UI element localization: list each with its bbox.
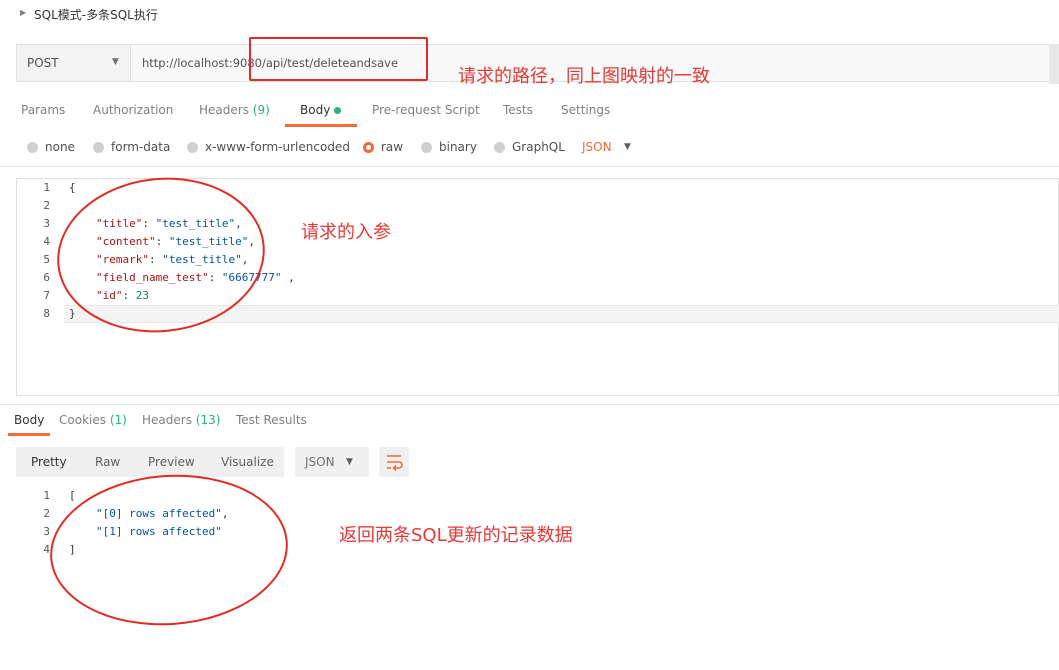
wrap-lines-button[interactable] [379, 447, 409, 477]
radio-form-data[interactable]: form-data [93, 140, 170, 154]
tab-pre-request-script[interactable]: Pre-request Script [372, 103, 480, 117]
active-tab-indicator [285, 124, 357, 127]
view-raw-button[interactable]: Raw [95, 455, 120, 469]
active-tab-indicator [8, 433, 50, 436]
modified-dot-icon [334, 107, 342, 114]
radio-raw-label: raw [381, 140, 404, 154]
tab-body-label: Body [300, 103, 331, 117]
radio-circle-icon [421, 141, 432, 153]
params-annotation: 请求的入参 [301, 222, 391, 243]
url-highlight-box [249, 37, 428, 81]
response-tab-body[interactable]: Body [14, 413, 44, 427]
radio-graphql-label: GraphQL [512, 140, 565, 154]
collection-header[interactable]: ▶ SQL模式-多条SQL执行 [0, 0, 1059, 30]
view-visualize-button[interactable]: Visualize [221, 455, 274, 469]
radio-graphql[interactable]: GraphQL [494, 140, 565, 154]
response-tab-cookies[interactable]: Cookies (1) [59, 413, 127, 427]
radio-circle-icon [27, 141, 38, 153]
radio-circle-icon [187, 141, 198, 153]
line-number: 1 [43, 489, 50, 502]
radio-raw[interactable]: raw [363, 140, 403, 154]
tab-headers-label: Headers [199, 103, 249, 117]
line-number: 4 [43, 235, 50, 248]
divider [0, 166, 1059, 167]
response-tab-headers[interactable]: Headers (13) [142, 413, 220, 427]
json-open-brace: { [69, 181, 76, 194]
wrap-lines-icon [387, 455, 403, 472]
expand-arrow-icon[interactable]: ▶ [20, 8, 26, 17]
response-tab-headers-label: Headers [142, 413, 192, 427]
tab-authorization[interactable]: Authorization [93, 103, 173, 117]
tab-headers[interactable]: Headers (9) [199, 103, 270, 117]
caret-down-icon: ▼ [112, 57, 119, 67]
radio-selected-icon [363, 141, 374, 153]
line-number: 6 [43, 271, 50, 284]
radio-binary[interactable]: binary [421, 140, 477, 154]
line-number: 3 [43, 525, 50, 538]
view-preview-button[interactable]: Preview [148, 455, 195, 469]
line-number: 8 [43, 307, 50, 320]
scrollbar[interactable] [1049, 44, 1059, 84]
method-select[interactable]: POST ▼ [17, 45, 131, 81]
line-number: 2 [43, 199, 50, 212]
radio-none[interactable]: none [27, 140, 75, 154]
line-number: 2 [43, 507, 50, 520]
radio-urlencoded[interactable]: x-www-form-urlencoded [187, 140, 350, 154]
line-number: 1 [43, 181, 50, 194]
line-number: 5 [43, 253, 50, 266]
caret-down-icon[interactable]: ▼ [624, 142, 631, 152]
response-highlight-ellipse [45, 466, 293, 634]
response-tab-test-results[interactable]: Test Results [236, 413, 307, 427]
response-tab-headers-count: (13) [195, 413, 221, 427]
radio-none-label: none [45, 140, 75, 154]
url-annotation: 请求的路径，同上图映射的一致 [458, 66, 710, 87]
json-close-brace: } [69, 307, 76, 320]
tab-body[interactable]: Body [300, 103, 342, 117]
view-pretty-button[interactable]: Pretty [31, 455, 67, 469]
line-number: 3 [43, 217, 50, 230]
caret-down-icon: ▼ [346, 457, 353, 467]
tab-tests[interactable]: Tests [503, 103, 533, 117]
radio-circle-icon [93, 141, 104, 153]
tab-settings[interactable]: Settings [561, 103, 610, 117]
radio-circle-icon [494, 141, 505, 153]
radio-urlencoded-label: x-www-form-urlencoded [205, 140, 350, 154]
response-tab-cookies-label: Cookies [59, 413, 106, 427]
line-number: 7 [43, 289, 50, 302]
tab-params[interactable]: Params [21, 103, 65, 117]
radio-binary-label: binary [439, 140, 477, 154]
body-format-select[interactable]: JSON [582, 140, 612, 154]
tab-headers-count: (9) [252, 103, 270, 117]
json-open-bracket: [ [69, 489, 76, 502]
response-format-label: JSON [305, 455, 335, 469]
response-annotation: 返回两条SQL更新的记录数据 [339, 525, 573, 546]
method-label: POST [27, 56, 59, 70]
divider [0, 404, 1059, 405]
radio-form-data-label: form-data [111, 140, 171, 154]
response-tab-cookies-count: (1) [109, 413, 127, 427]
collection-title: SQL模式-多条SQL执行 [34, 8, 158, 22]
